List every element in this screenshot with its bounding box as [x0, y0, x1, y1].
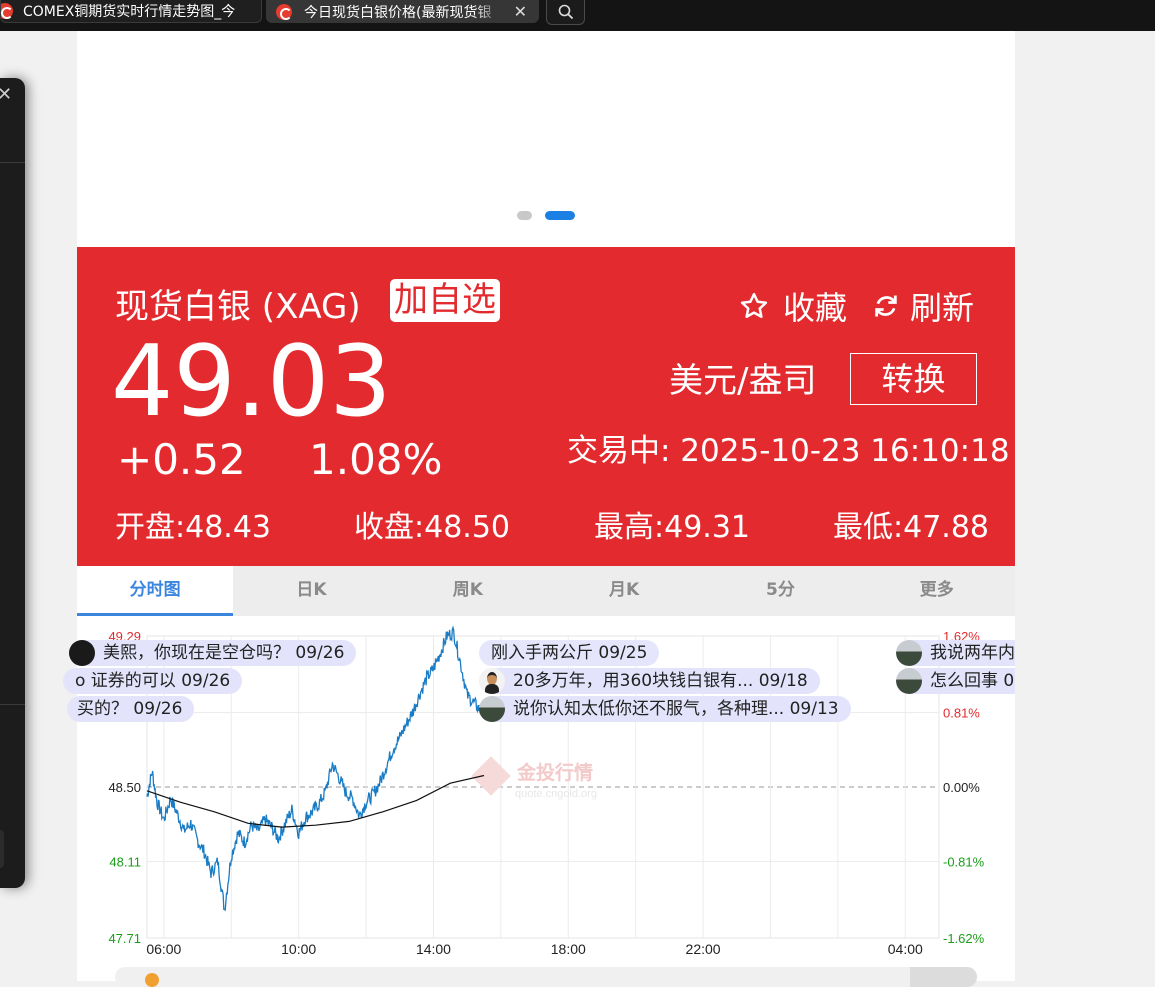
y-tick-label-left: 47.71: [108, 931, 141, 946]
site-favicon-icon: [1, 3, 13, 19]
carousel-dot-active[interactable]: [545, 211, 575, 220]
comment-input-bar[interactable]: [115, 967, 977, 987]
watermark-name: 金投行情: [516, 761, 593, 784]
tab-title: COMEX铜期货实时行情走势图_今: [23, 4, 236, 20]
browser-tab-bar: COMEX铜期货实时行情走势图_今 今日现货白银价格(最新现货银 ✕: [0, 0, 1155, 31]
comment-text: 说你认知太低你还不服气，各种理... 09/13: [513, 699, 839, 719]
x-tick-label: 14:00: [416, 941, 451, 957]
x-tick-label: 06:00: [146, 941, 181, 957]
watermark-url: quote.cngold.org: [515, 788, 597, 800]
emoji-icon[interactable]: [145, 973, 159, 987]
user-avatar: [479, 696, 505, 722]
refresh-button[interactable]: 刷新: [872, 283, 974, 329]
tab-5min[interactable]: 5分: [702, 566, 858, 616]
comment-bubble[interactable]: 怎么回事 0: [896, 668, 1015, 694]
user-avatar: [69, 640, 95, 666]
y-tick-label-right: 0.81%: [943, 705, 980, 720]
price-change-percent: 1.08%: [309, 435, 443, 484]
y-tick-label-left: 48.50: [108, 780, 141, 795]
add-watchlist-button[interactable]: 加自选: [390, 279, 500, 322]
high-price: 最高:49.31: [594, 510, 750, 545]
comment-text: 我说两年内: [930, 643, 1015, 663]
watermark-logo-icon: [471, 756, 511, 796]
quote-panel: 现货白银 (XAG) 加自选 49.03 +0.52 1.08% 开盘:48.4…: [77, 247, 1015, 566]
tab-more[interactable]: 更多: [859, 566, 1015, 616]
x-tick-label: 22:00: [686, 941, 721, 957]
browser-tab-silver[interactable]: 今日现货白银价格(最新现货银 ✕: [266, 0, 539, 23]
trading-status: 交易中: 2025-10-23 16:10:18: [567, 433, 1010, 469]
divider: [0, 162, 25, 163]
close-icon[interactable]: ✕: [0, 84, 12, 105]
comment-bubble[interactable]: 20多万年，用360块钱白银有... 09/18: [479, 668, 820, 694]
comment-bubble[interactable]: 买的？ 09/26: [67, 696, 195, 722]
chart-tabs: 分时图 日K 周K 月K 5分 更多: [77, 566, 1015, 616]
refresh-icon: [875, 295, 897, 317]
favorite-label: 收藏: [783, 289, 848, 327]
tab-monthly-k[interactable]: 月K: [546, 566, 702, 616]
tab-search-button[interactable]: [546, 0, 585, 25]
close-icon[interactable]: ✕: [514, 2, 527, 21]
comment-text: 怎么回事 0: [930, 671, 1015, 691]
comment-bubble[interactable]: 说你认知太低你还不服气，各种理... 09/13: [479, 696, 851, 722]
open-price: 开盘:48.43: [115, 510, 271, 545]
tab-weekly-k[interactable]: 周K: [390, 566, 546, 616]
low-price: 最低:47.88: [833, 510, 989, 545]
comment-text: o 证券的可以 09/26: [75, 671, 231, 691]
comment-bubble[interactable]: o 证券的可以 09/26: [63, 668, 243, 694]
comment-bubble[interactable]: 刚入手两公斤 09/25: [479, 640, 660, 666]
y-tick-label-right: -1.62%: [943, 931, 985, 946]
comment-text: 20多万年，用360块钱白银有... 09/18: [513, 671, 808, 691]
banner-carousel[interactable]: [77, 31, 1015, 247]
tab-daily-k[interactable]: 日K: [233, 566, 389, 616]
comment-text: 美熙，你现在是空仓吗？ 09/26: [103, 643, 345, 663]
x-tick-label: 10:00: [281, 941, 316, 957]
tab-intraday[interactable]: 分时图: [77, 566, 234, 616]
side-panel[interactable]: ✕: [0, 78, 25, 888]
y-tick-label-right: 0.00%: [943, 780, 980, 795]
x-tick-label: 18:00: [551, 941, 586, 957]
divider: [0, 704, 25, 705]
refresh-label: 刷新: [910, 289, 975, 327]
price-unit: 美元/盎司: [669, 361, 817, 401]
instrument-name: 现货白银 (XAG): [115, 287, 361, 327]
comment-bubble[interactable]: 我说两年内: [896, 640, 1015, 666]
side-panel-button[interactable]: [0, 830, 4, 868]
favorite-button[interactable]: 收藏: [739, 283, 847, 329]
convert-button[interactable]: 转换: [850, 353, 977, 405]
browser-tab-comex[interactable]: COMEX铜期货实时行情走势图_今: [0, 0, 262, 23]
send-button[interactable]: [910, 967, 977, 987]
comment-bubble[interactable]: 美熙，你现在是空仓吗？ 09/26: [69, 640, 357, 666]
site-favicon-icon: [276, 3, 292, 20]
intraday-chart-area: 49.2948.8948.5048.1147.711.62%0.81%0.00%…: [63, 616, 1015, 981]
search-icon: [558, 4, 574, 20]
price-change: +0.52: [117, 435, 246, 484]
tab-title: 今日现货白银价格(最新现货银: [304, 4, 492, 21]
comment-text: 刚入手两公斤 09/25: [491, 643, 648, 663]
y-tick-label-left: 48.11: [109, 855, 141, 870]
user-avatar: [479, 668, 505, 694]
star-icon: [740, 292, 768, 318]
close-price: 收盘:48.50: [354, 510, 510, 545]
current-price: 49.03: [111, 325, 392, 439]
page-content: 现货白银 (XAG) 加自选 49.03 +0.52 1.08% 开盘:48.4…: [63, 31, 1015, 981]
carousel-dot[interactable]: [517, 211, 532, 220]
x-tick-label: 04:00: [888, 941, 923, 957]
user-avatar: [896, 640, 922, 666]
user-avatar: [896, 668, 922, 694]
comment-text: 买的？ 09/26: [77, 699, 183, 719]
y-tick-label-right: -0.81%: [943, 855, 985, 870]
